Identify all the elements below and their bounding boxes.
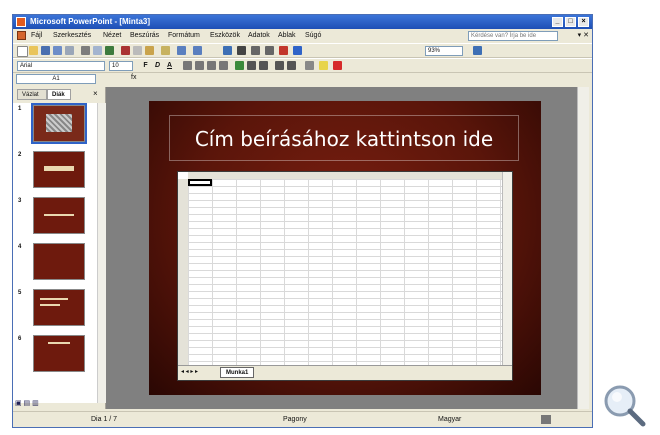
save-icon[interactable] <box>41 46 50 55</box>
powerpoint-window: Microsoft PowerPoint - [Minta3] _ □ × Fá… <box>12 14 593 428</box>
slide-thumbnails: 1 2 3 4 5 6 <box>13 103 97 403</box>
hyperlink-icon[interactable] <box>223 46 232 55</box>
view-buttons[interactable]: ▣ ▤ ▥ <box>15 399 39 407</box>
menu-help[interactable]: Súgó <box>305 29 321 43</box>
redo-icon[interactable] <box>193 46 202 55</box>
decrease-indent-icon[interactable] <box>275 61 284 70</box>
slides-pane: Vázlat Diák × 1 2 3 4 5 6 ▣ ▤ ▥ <box>13 87 106 409</box>
underline-button[interactable]: A <box>165 61 174 71</box>
bold-button[interactable]: F <box>141 61 150 71</box>
tab-outline[interactable]: Vázlat <box>17 89 47 100</box>
name-box[interactable]: A1 <box>16 74 96 84</box>
sort-ascending-icon[interactable] <box>251 46 260 55</box>
fill-color-icon[interactable] <box>319 61 328 70</box>
currency-icon[interactable] <box>235 61 244 70</box>
format-painter-icon[interactable] <box>161 46 170 55</box>
align-left-icon[interactable] <box>183 61 192 70</box>
ask-question-input[interactable]: Kérdése van? Írja be ide <box>468 31 558 41</box>
sheet-nav-arrows[interactable]: ◂ ◂ ▸ ▸ <box>181 368 198 375</box>
minimize-button[interactable]: _ <box>552 17 563 27</box>
sheet-tab-bar: ◂ ◂ ▸ ▸ Munka1 <box>178 365 512 380</box>
standard-toolbar: 93% <box>13 43 592 58</box>
print-preview-icon[interactable] <box>93 46 102 55</box>
embedded-worksheet[interactable]: ◂ ◂ ▸ ▸ Munka1 <box>177 171 513 381</box>
spelling-icon[interactable] <box>105 46 114 55</box>
slide-thumbnail-3[interactable]: 3 <box>13 195 97 237</box>
status-design: Pagony <box>283 416 307 423</box>
permission-icon[interactable] <box>53 46 62 55</box>
menu-bar: Fájl Szerkesztés Nézet Beszúrás Formátum… <box>13 29 592 43</box>
close-pane-icon[interactable]: × <box>93 89 98 98</box>
increase-indent-icon[interactable] <box>287 61 296 70</box>
copy-icon[interactable] <box>133 46 142 55</box>
title-placeholder[interactable]: Cím beírásához kattintson ide <box>169 115 519 161</box>
help-icon[interactable] <box>473 46 482 55</box>
slide-thumbnail-1[interactable]: 1 <box>13 103 97 145</box>
merge-center-icon[interactable] <box>219 61 228 70</box>
worksheet-scrollbar[interactable] <box>502 172 512 367</box>
font-name-combo[interactable]: Arial <box>17 61 105 71</box>
zoom-combo[interactable]: 93% <box>425 46 463 56</box>
align-right-icon[interactable] <box>207 61 216 70</box>
undo-icon[interactable] <box>177 46 186 55</box>
status-slide-info: Dia 1 / 7 <box>91 416 118 423</box>
close-button[interactable]: × <box>578 17 589 27</box>
autosum-icon[interactable] <box>237 46 246 55</box>
document-window-buttons[interactable]: ▾ ✕ <box>578 31 589 41</box>
chart-wizard-icon[interactable] <box>279 46 288 55</box>
italic-button[interactable]: D <box>153 61 162 71</box>
menu-insert[interactable]: Beszúrás <box>130 29 159 43</box>
borders-icon[interactable] <box>305 61 314 70</box>
status-language: Magyar <box>438 416 462 423</box>
email-icon[interactable] <box>65 46 74 55</box>
formatting-toolbar: Arial 10 F D A <box>13 58 592 73</box>
align-center-icon[interactable] <box>195 61 204 70</box>
current-slide[interactable]: Cím beírásához kattintson ide ◂ ◂ ▸ ▸ Mu… <box>149 101 541 395</box>
menu-data[interactable]: Adatok <box>248 29 270 43</box>
slide-editing-area: Cím beírásához kattintson ide ◂ ◂ ▸ ▸ Mu… <box>106 87 577 409</box>
menu-edit[interactable]: Szerkesztés <box>53 29 91 43</box>
open-icon[interactable] <box>29 46 38 55</box>
font-size-combo[interactable]: 10 <box>109 61 133 71</box>
fx-label[interactable]: fx <box>131 74 136 81</box>
table-image-icon <box>46 114 72 132</box>
menu-view[interactable]: Nézet <box>103 29 121 43</box>
title-bar: Microsoft PowerPoint - [Minta3] _ □ × <box>13 15 592 29</box>
menu-file[interactable]: Fájl <box>31 29 42 43</box>
slide-thumbnail-5[interactable]: 5 <box>13 287 97 329</box>
percent-icon[interactable] <box>247 61 256 70</box>
maximize-button[interactable]: □ <box>565 17 576 27</box>
menu-tools[interactable]: Eszközök <box>210 29 240 43</box>
new-icon[interactable] <box>17 46 28 57</box>
cut-icon[interactable] <box>121 46 130 55</box>
tab-slides[interactable]: Diák <box>47 89 71 100</box>
slide-thumbnail-4[interactable]: 4 <box>13 241 97 283</box>
drawing-icon[interactable] <box>293 46 302 55</box>
menu-format[interactable]: Formátum <box>168 29 200 43</box>
slide-thumbnail-6[interactable]: 6 <box>13 333 97 375</box>
status-bar: Dia 1 / 7 Pagony Magyar <box>13 411 592 427</box>
window-title: Microsoft PowerPoint - [Minta3] <box>30 17 150 26</box>
slide-thumbnail-2[interactable]: 2 <box>13 149 97 191</box>
magnifier-icon[interactable] <box>600 382 648 428</box>
thumbnails-scrollbar[interactable] <box>97 103 106 403</box>
powerpoint-app-icon <box>16 17 26 27</box>
spelling-status-icon <box>541 415 551 424</box>
active-cell[interactable] <box>188 179 212 186</box>
print-icon[interactable] <box>81 46 90 55</box>
font-color-icon[interactable] <box>333 61 342 70</box>
sort-descending-icon[interactable] <box>265 46 274 55</box>
document-icon[interactable] <box>17 31 26 40</box>
sheet-tab[interactable]: Munka1 <box>220 367 255 378</box>
worksheet-grid[interactable] <box>188 179 504 367</box>
menu-window[interactable]: Ablak <box>278 29 296 43</box>
comma-style-icon[interactable] <box>259 61 268 70</box>
vertical-scrollbar[interactable] <box>577 87 589 409</box>
formula-bar: A1 fx <box>13 73 592 85</box>
paste-icon[interactable] <box>145 46 154 55</box>
